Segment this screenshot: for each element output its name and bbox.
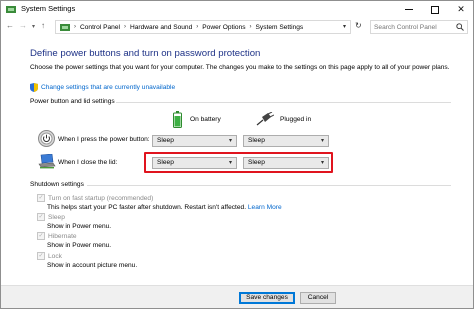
search-icon bbox=[456, 23, 464, 31]
hibernate-description: Show in Power menu. bbox=[47, 242, 112, 249]
breadcrumb-separator-icon: › bbox=[123, 24, 126, 30]
uac-shield-icon bbox=[30, 82, 38, 92]
fast-startup-description-row: This helps start your PC faster after sh… bbox=[47, 204, 282, 211]
shutdown-group-title: Shutdown settings bbox=[30, 181, 84, 188]
chevron-down-icon: ▾ bbox=[320, 138, 324, 144]
hibernate-checkbox[interactable]: ✓ bbox=[37, 232, 45, 240]
recent-locations-chevron-icon[interactable]: ▾ bbox=[32, 23, 35, 30]
title-bar: System Settings ✕ bbox=[1, 1, 473, 18]
minimize-icon bbox=[405, 9, 413, 10]
hibernate-row: ✓ Hibernate bbox=[37, 232, 77, 240]
minimize-button[interactable] bbox=[396, 1, 422, 18]
power-button-icon bbox=[38, 130, 55, 147]
address-bar[interactable]: › Control Panel › Hardware and Sound › P… bbox=[55, 20, 351, 34]
select-value: Sleep bbox=[157, 137, 174, 144]
sleep-row: ✓ Sleep bbox=[37, 213, 65, 221]
learn-more-link[interactable]: Learn More bbox=[248, 204, 282, 211]
fast-startup-label: Turn on fast startup (recommended) bbox=[48, 194, 154, 202]
control-panel-icon bbox=[60, 23, 70, 31]
maximize-button[interactable] bbox=[422, 1, 448, 18]
breadcrumb-power-options[interactable]: Power Options bbox=[202, 24, 245, 31]
change-settings-link[interactable]: Change settings that are currently unava… bbox=[41, 84, 175, 91]
control-panel-icon bbox=[6, 6, 16, 13]
power-button-on-battery-select[interactable]: Sleep ▾ bbox=[152, 135, 237, 147]
power-lid-group-title: Power button and lid settings bbox=[30, 98, 115, 105]
back-arrow-icon[interactable]: ← bbox=[6, 21, 14, 30]
column-header-plugged-in: Plugged in bbox=[256, 109, 311, 129]
group-divider bbox=[116, 102, 451, 103]
laptop-lid-icon bbox=[38, 154, 56, 169]
on-battery-label: On battery bbox=[190, 115, 221, 123]
power-button-label: When I press the power button: bbox=[58, 136, 150, 143]
footer-bar: Save changes Cancel bbox=[1, 285, 473, 308]
address-row: ← → ▾ ↑ › Control Panel › Hardware and S… bbox=[1, 18, 473, 36]
maximize-icon bbox=[431, 5, 439, 14]
lid-close-label: When I close the lid: bbox=[58, 159, 118, 166]
breadcrumb-control-panel[interactable]: Control Panel bbox=[80, 24, 120, 31]
plugged-in-label: Plugged in bbox=[280, 115, 312, 123]
page-title: Define power buttons and turn on passwor… bbox=[30, 48, 261, 59]
battery-icon bbox=[173, 110, 182, 128]
sleep-checkbox[interactable]: ✓ bbox=[37, 213, 45, 221]
select-value: Sleep bbox=[248, 137, 265, 144]
power-button-plugged-in-select[interactable]: Sleep ▾ bbox=[243, 135, 329, 147]
search-box[interactable] bbox=[370, 20, 468, 34]
lock-checkbox[interactable]: ✓ bbox=[37, 252, 45, 260]
power-plug-icon bbox=[256, 112, 274, 126]
search-input[interactable] bbox=[374, 22, 454, 33]
window-title: System Settings bbox=[21, 4, 76, 13]
system-settings-window: System Settings ✕ ← → ▾ ↑ › Control Pane… bbox=[0, 0, 474, 309]
change-settings-row: Change settings that are currently unava… bbox=[30, 82, 175, 92]
breadcrumb-separator-icon: › bbox=[249, 24, 252, 30]
breadcrumb-system-settings[interactable]: System Settings bbox=[256, 24, 304, 31]
lock-row: ✓ Lock bbox=[37, 252, 62, 260]
forward-arrow-icon[interactable]: → bbox=[19, 21, 27, 30]
cancel-button[interactable]: Cancel bbox=[300, 292, 336, 304]
sleep-description: Show in Power menu. bbox=[47, 223, 112, 230]
address-dropdown-icon[interactable]: ▾ bbox=[343, 23, 346, 30]
fast-startup-row: ✓ Turn on fast startup (recommended) bbox=[37, 194, 153, 202]
breadcrumb-hardware-and-sound[interactable]: Hardware and Sound bbox=[130, 24, 192, 31]
lock-description: Show in account picture menu. bbox=[47, 262, 138, 269]
page-description: Choose the power settings that you want … bbox=[30, 64, 450, 71]
lid-settings-highlight-box bbox=[144, 152, 333, 173]
breadcrumb-separator-icon: › bbox=[196, 24, 199, 30]
hibernate-label: Hibernate bbox=[48, 232, 77, 240]
lock-label: Lock bbox=[48, 252, 62, 260]
fast-startup-description: This helps start your PC faster after sh… bbox=[47, 204, 247, 211]
sleep-label: Sleep bbox=[48, 213, 65, 221]
chevron-down-icon: ▾ bbox=[228, 138, 232, 144]
close-icon: ✕ bbox=[457, 4, 465, 14]
group-divider bbox=[87, 185, 451, 186]
fast-startup-checkbox[interactable]: ✓ bbox=[37, 194, 45, 202]
breadcrumb-separator-icon: › bbox=[74, 24, 76, 30]
save-changes-button[interactable]: Save changes bbox=[239, 292, 295, 304]
close-button[interactable]: ✕ bbox=[448, 1, 474, 18]
column-header-on-battery: On battery bbox=[173, 109, 221, 129]
refresh-icon[interactable]: ↻ bbox=[355, 21, 362, 30]
up-arrow-icon[interactable]: ↑ bbox=[41, 21, 45, 30]
